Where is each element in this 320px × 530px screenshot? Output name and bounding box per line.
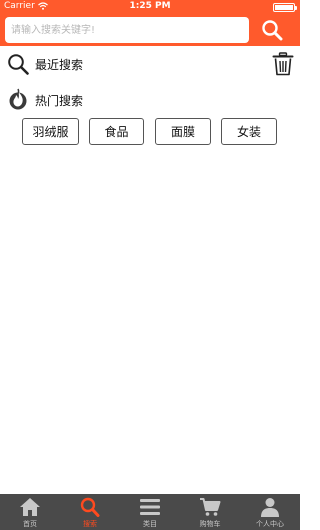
- tab-label: 搜索: [83, 520, 97, 528]
- tab-profile[interactable]: 个人中心: [240, 494, 300, 530]
- tab-label: 首页: [23, 520, 37, 528]
- search-header: [0, 14, 300, 46]
- search-icon: [80, 497, 100, 517]
- tab-search[interactable]: 搜索: [60, 494, 120, 530]
- search-button[interactable]: [256, 16, 288, 44]
- hot-search-label: 热门搜索: [35, 94, 84, 108]
- hot-tag[interactable]: 女装: [221, 118, 277, 145]
- battery-icon: [273, 3, 297, 12]
- hot-tag[interactable]: 羽绒服: [22, 118, 79, 145]
- search-icon: [262, 20, 283, 41]
- recent-search-header: 最近搜索: [0, 51, 300, 77]
- search-icon: [8, 54, 29, 75]
- tab-cart[interactable]: 购物车: [180, 494, 240, 530]
- tab-category[interactable]: 类目: [120, 494, 180, 530]
- tab-label: 购物车: [199, 520, 221, 528]
- flame-icon: [9, 88, 27, 110]
- bottom-tab-bar: 首页 搜索 类目 购物车 个人中心: [0, 494, 300, 530]
- status-bar: Carrier 1:25 PM: [0, 0, 300, 14]
- cart-icon: [200, 498, 221, 516]
- tab-label: 个人中心: [256, 520, 284, 528]
- person-icon: [261, 498, 279, 517]
- status-time: 1:25 PM: [129, 1, 171, 11]
- trash-icon[interactable]: [272, 52, 294, 76]
- search-input[interactable]: [5, 17, 249, 43]
- recent-search-label: 最近搜索: [35, 58, 84, 72]
- tab-home[interactable]: 首页: [0, 494, 60, 530]
- home-icon: [20, 498, 40, 516]
- tab-label: 类目: [143, 520, 157, 528]
- hot-tag[interactable]: 面膜: [155, 118, 211, 145]
- hot-tag[interactable]: 食品: [89, 118, 144, 145]
- hot-search-header: 热门搜索: [0, 88, 300, 112]
- menu-icon: [140, 499, 160, 515]
